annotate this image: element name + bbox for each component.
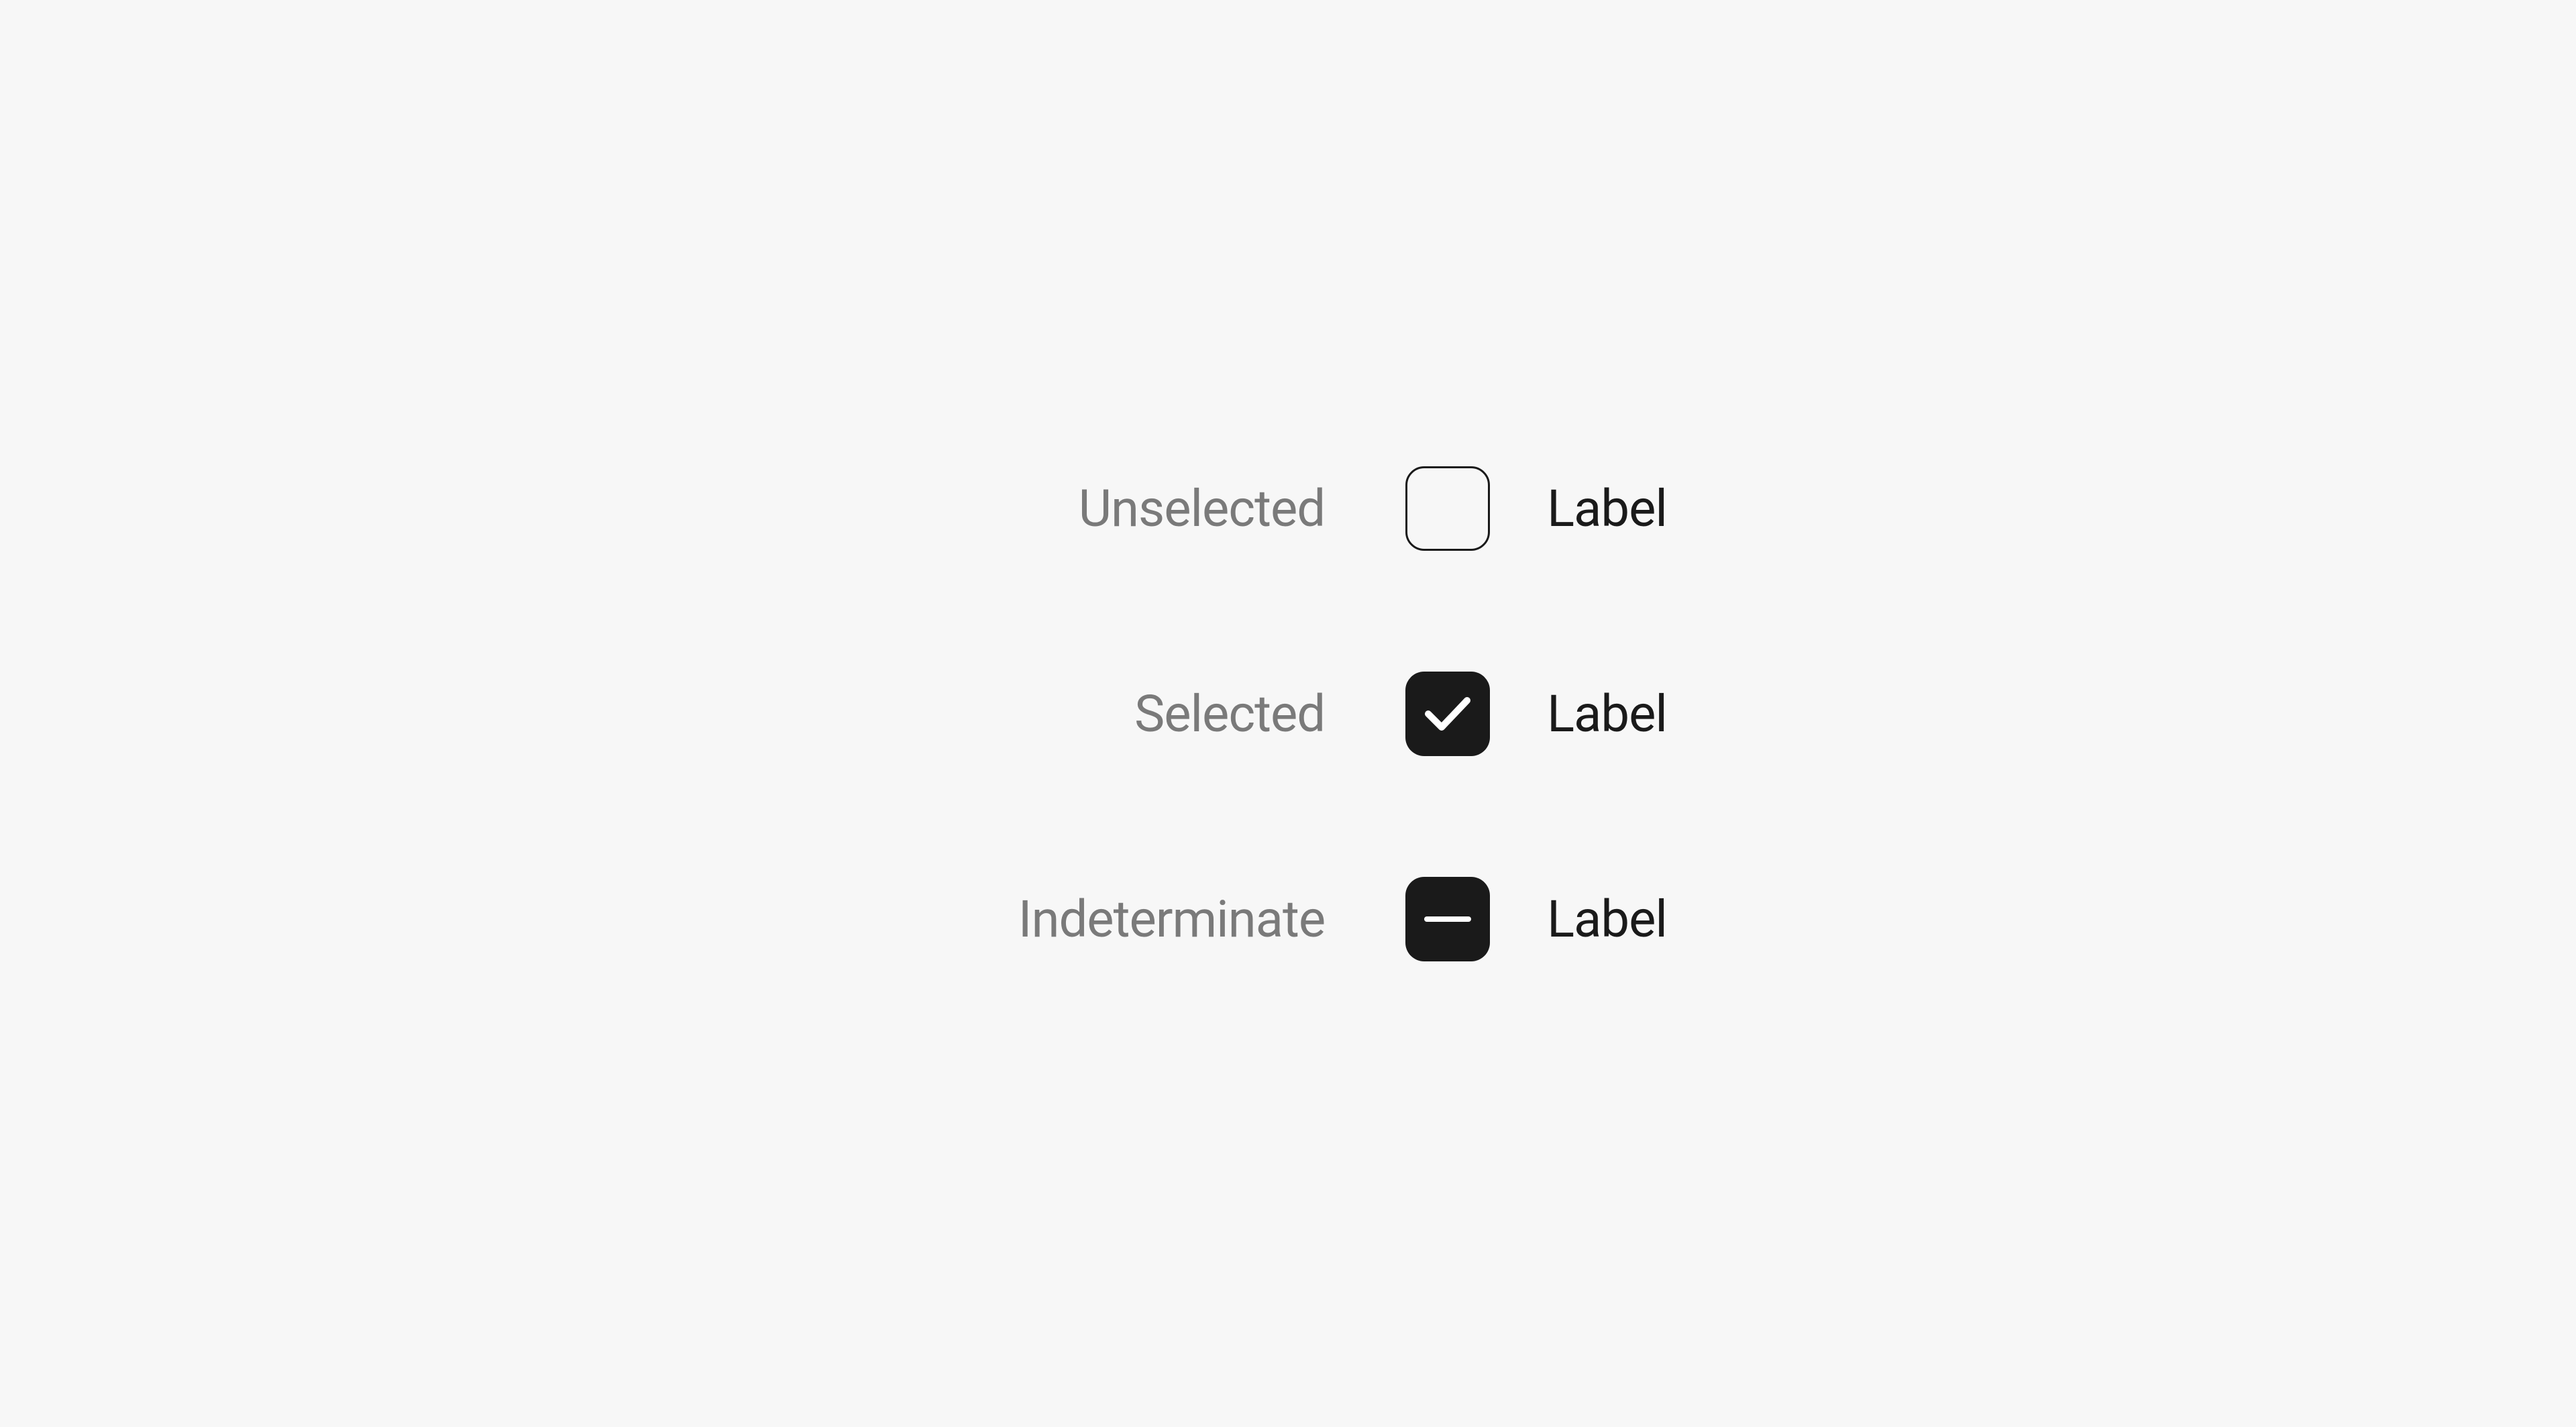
checkbox-row-indeterminate: Indeterminate Label: [909, 877, 1667, 961]
state-label-unselected: Unselected: [909, 478, 1325, 539]
checkbox-label[interactable]: Label: [1547, 684, 1667, 744]
checkbox-selected[interactable]: [1405, 672, 1490, 756]
checkbox-wrapper: Label: [1405, 877, 1667, 961]
checkbox-label[interactable]: Label: [1547, 889, 1667, 949]
checkbox-row-unselected: Unselected Label: [909, 466, 1667, 551]
checkbox-wrapper: Label: [1405, 672, 1667, 756]
checkbox-wrapper: Label: [1405, 466, 1667, 551]
checkbox-states-container: Unselected Label Selected Label Indeterm…: [909, 466, 1667, 961]
checkbox-label[interactable]: Label: [1547, 478, 1667, 539]
checkbox-unselected[interactable]: [1405, 466, 1490, 551]
minus-icon: [1424, 916, 1471, 922]
state-label-selected: Selected: [909, 684, 1325, 744]
state-label-indeterminate: Indeterminate: [909, 889, 1325, 949]
check-icon: [1424, 695, 1471, 733]
checkbox-indeterminate[interactable]: [1405, 877, 1490, 961]
checkbox-row-selected: Selected Label: [909, 672, 1667, 756]
